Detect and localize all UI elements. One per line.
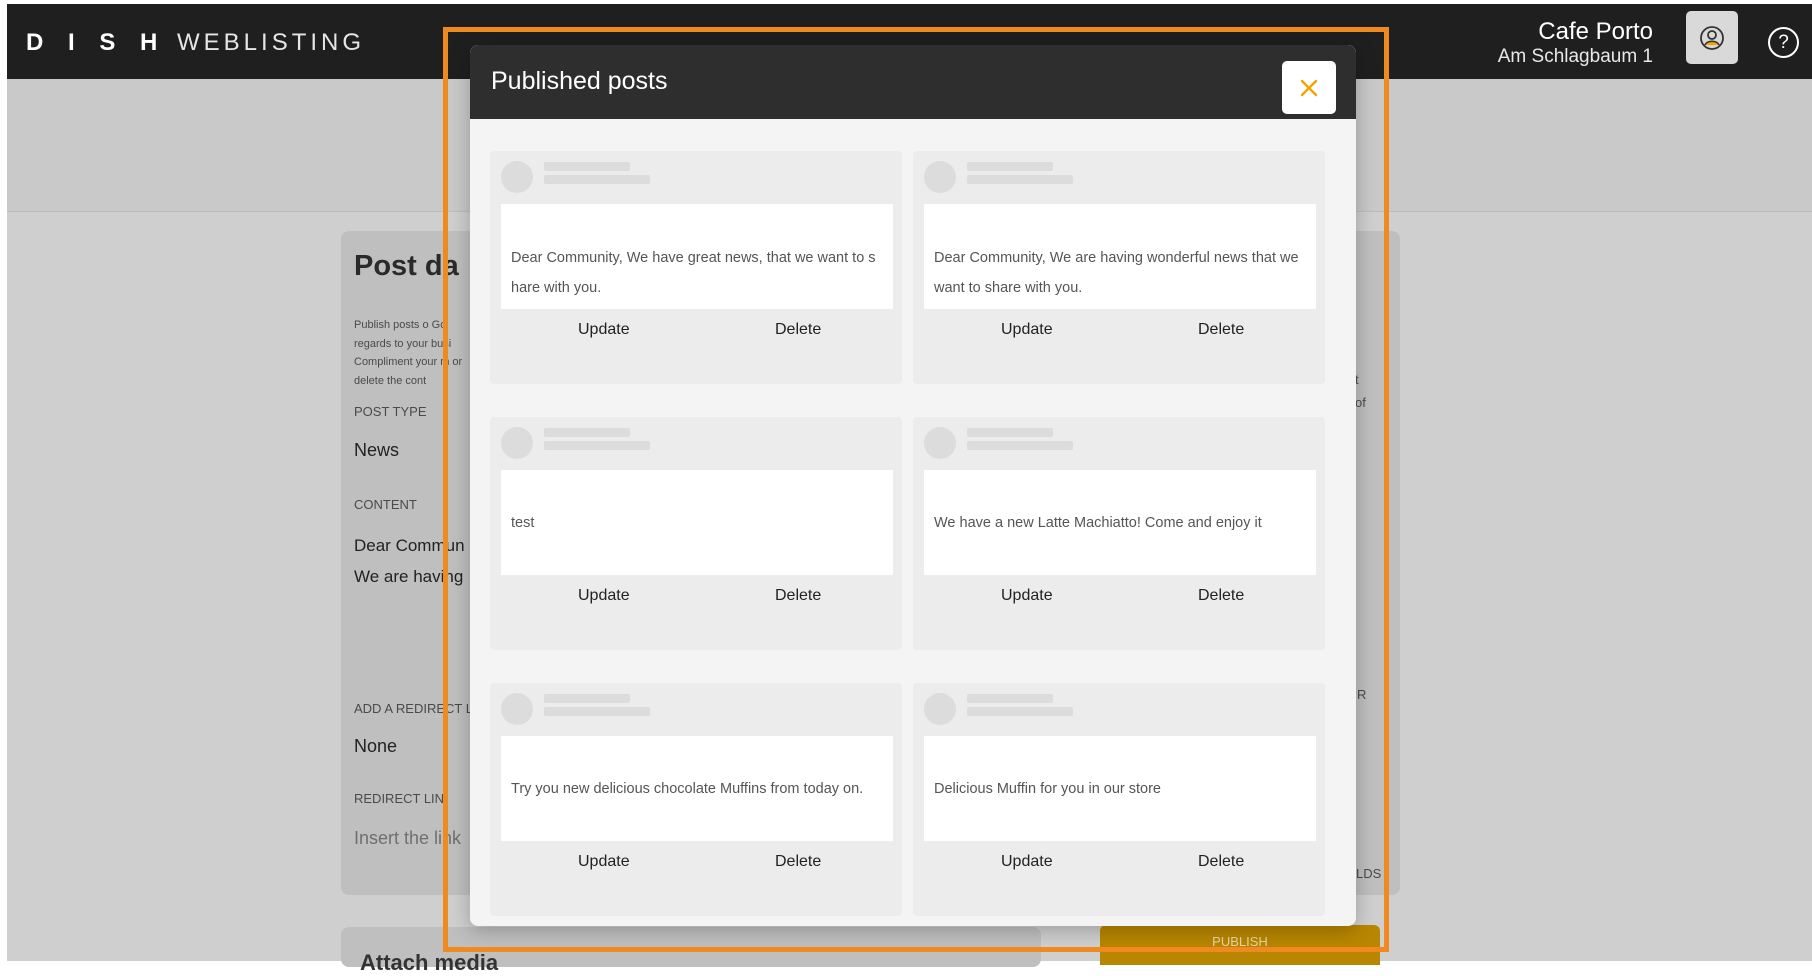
update-button[interactable]: Update [1001, 321, 1053, 339]
delete-button[interactable]: Delete [775, 853, 821, 871]
preview-text-fragment-2: of [1355, 395, 1366, 410]
avatar-placeholder [924, 161, 956, 193]
venue-address: Am Schlagbaum 1 [1497, 46, 1653, 67]
name-placeholder [967, 428, 1053, 437]
close-x-icon [1300, 79, 1318, 96]
update-button[interactable]: Update [1001, 587, 1053, 605]
modal-header: Published posts [470, 45, 1356, 119]
redirect-link-label: REDIRECT LIN [354, 791, 445, 806]
post-body: Delicious Muffin for you in our store [924, 736, 1316, 841]
post-card: Dear Community, We are having wonderful … [913, 151, 1325, 384]
name-placeholder [544, 694, 630, 703]
name-placeholder [967, 694, 1053, 703]
subtitle-placeholder [967, 441, 1073, 450]
app-logo[interactable]: D I S H WEBLISTING [26, 29, 365, 57]
content-label: CONTENT [354, 497, 417, 512]
post-card: We have a new Latte Machiatto! Come and … [913, 417, 1325, 650]
post-body: Try you new delicious chocolate Muffins … [501, 736, 893, 841]
subtitle-placeholder [967, 707, 1073, 716]
delete-button[interactable]: Delete [775, 587, 821, 605]
content-textarea[interactable]: Dear Commun We are having [354, 530, 465, 592]
post-text: We have a new Latte Machiatto! Come and … [934, 514, 1262, 531]
post-body: Dear Community, We are having wonderful … [924, 204, 1316, 309]
redirect-link-input[interactable]: Insert the link [354, 828, 461, 849]
post-body: Dear Community, We have great news, that… [501, 204, 893, 309]
delete-button[interactable]: Delete [1198, 853, 1244, 871]
post-card: test Update Delete [490, 417, 902, 650]
redirect-select[interactable]: None [354, 736, 397, 757]
avatar-placeholder [501, 693, 533, 725]
venue-name: Cafe Porto [1538, 18, 1653, 45]
post-type-label: POST TYPE [354, 404, 427, 419]
delete-button[interactable]: Delete [1198, 587, 1244, 605]
preview-text-fragment-4: LDS [1356, 866, 1382, 881]
subtitle-placeholder [544, 441, 650, 450]
post-type-select[interactable]: News [354, 440, 399, 461]
subtitle-placeholder [544, 175, 650, 184]
update-button[interactable]: Update [578, 587, 630, 605]
post-text: Dear Community, We are having wonderful … [934, 250, 1299, 296]
help-button[interactable]: ? [1768, 27, 1799, 58]
venue-info[interactable]: Cafe Porto Am Schlagbaum 1 [1498, 18, 1653, 68]
attach-media-title: Attach media [360, 950, 499, 975]
preview-text-fragment-3: R [1357, 687, 1367, 702]
publish-button[interactable]: PUBLISH [1100, 925, 1380, 965]
subtitle-placeholder [544, 707, 650, 716]
post-data-description: Publish posts o Go regards to your busi … [354, 319, 463, 387]
user-circle-icon [1700, 25, 1724, 50]
logo-dish: D I S H [26, 29, 167, 56]
content-line-1: Dear Commun [354, 536, 465, 555]
modal-title: Published posts [491, 67, 668, 95]
update-button[interactable]: Update [1001, 853, 1053, 871]
close-button[interactable] [1282, 61, 1336, 114]
post-text: Dear Community, We have great news, that… [511, 250, 876, 296]
delete-button[interactable]: Delete [1198, 321, 1244, 339]
published-posts-modal: Published posts Dear Community, We have … [470, 45, 1356, 926]
update-button[interactable]: Update [578, 853, 630, 871]
subtitle-placeholder [967, 175, 1073, 184]
logo-weblisting: WEBLISTING [177, 29, 366, 56]
account-button[interactable] [1686, 11, 1738, 64]
avatar-placeholder [501, 161, 533, 193]
avatar-placeholder [924, 693, 956, 725]
redirect-label: ADD A REDIRECT L [354, 701, 473, 716]
post-card: Dear Community, We have great news, that… [490, 151, 902, 384]
name-placeholder [544, 428, 630, 437]
post-text: Try you new delicious chocolate Muffins … [511, 780, 864, 797]
delete-button[interactable]: Delete [775, 321, 821, 339]
post-body: We have a new Latte Machiatto! Come and … [924, 470, 1316, 575]
name-placeholder [544, 162, 630, 171]
post-data-title: Post da [354, 250, 459, 282]
name-placeholder [967, 162, 1053, 171]
post-body: test [501, 470, 893, 575]
avatar-placeholder [501, 427, 533, 459]
post-text: test [511, 514, 535, 531]
update-button[interactable]: Update [578, 321, 630, 339]
post-card: Try you new delicious chocolate Muffins … [490, 683, 902, 916]
content-line-2: We are having [354, 567, 464, 586]
post-card: Delicious Muffin for you in our store Up… [913, 683, 1325, 916]
post-text: Delicious Muffin for you in our store [934, 780, 1162, 797]
avatar-placeholder [924, 427, 956, 459]
